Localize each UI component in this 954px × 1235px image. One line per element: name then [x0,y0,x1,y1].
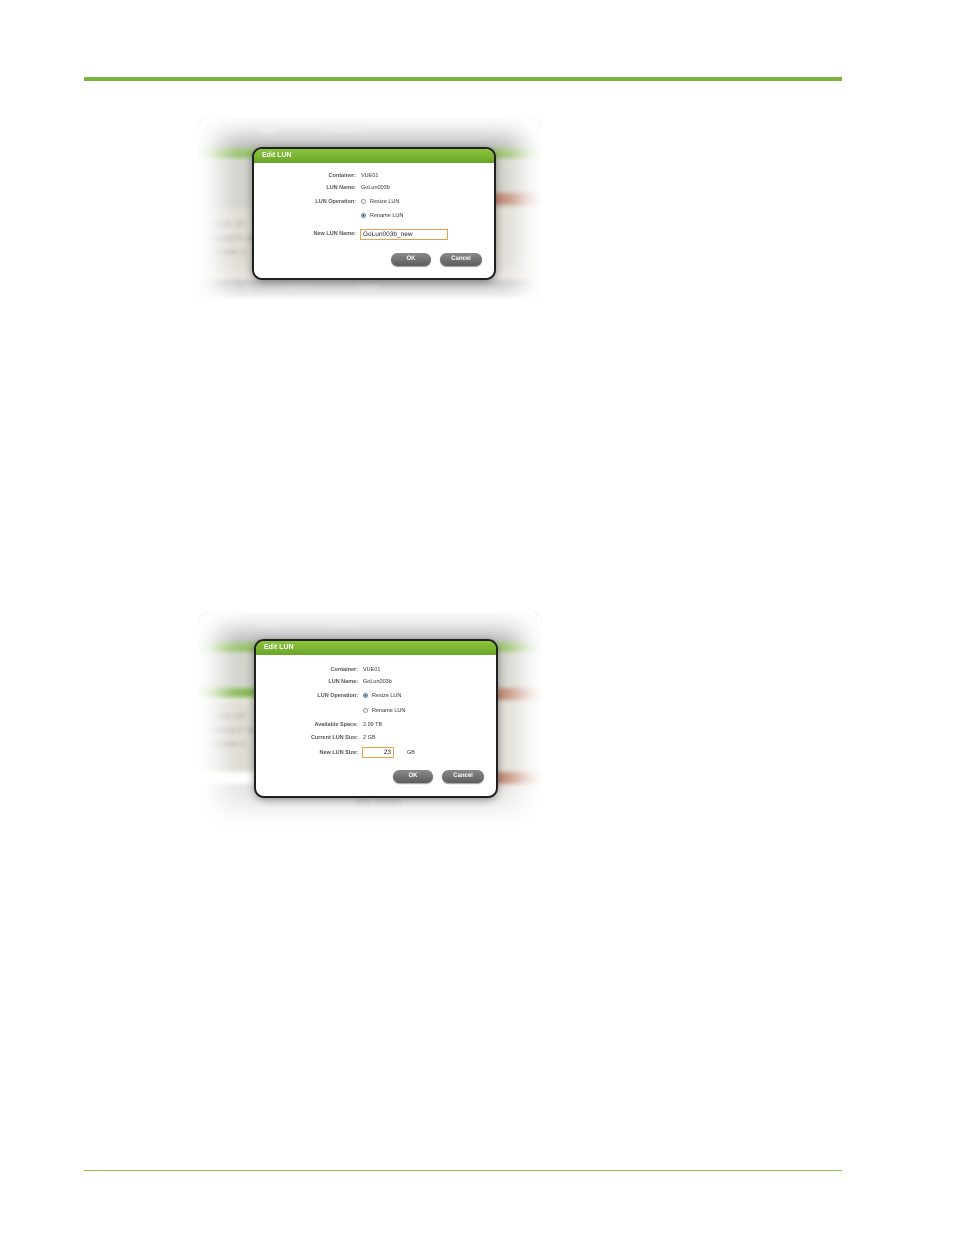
cancel-button[interactable]: Cancel [440,253,482,266]
rename-radio[interactable] [361,213,366,219]
lun-name-value: GoLun003b [363,679,392,685]
bottom-text: 0.0 / 0.2 [288,285,310,291]
side-text: Controller: A [212,742,246,748]
lun-name-label: LUN Name: [326,185,356,191]
container-value: VUE01 [363,667,381,673]
dialog-title: Edit LUN [256,641,496,655]
rename-row: Rename LUN [254,211,494,221]
container-value: VUE01 [361,173,379,179]
ok-button[interactable]: OK [393,770,433,783]
app-toolbar: Model Calculator [198,118,542,148]
rename-radio[interactable] [363,708,368,714]
container-label: Container: [328,173,357,179]
screenshot-resize-lun: Model Calculator # LUNs: 157 Capacity % … [198,612,542,830]
resize-label: Resize LUN [370,199,400,205]
size-unit: GB [407,750,415,756]
side-text: Capacity % : lab [212,236,256,242]
new-size-label: New LUN Size: [319,750,358,756]
new-lun-size-input[interactable]: 23 [362,747,394,758]
rename-label: Rename LUN [370,213,404,219]
resize-radio[interactable] [363,693,368,699]
edit-lun-dialog: Edit LUN Container: VUE01 LUN Name: GoLu… [256,641,496,796]
lun-name-label: LUN Name: [328,679,358,685]
resize-option[interactable]: Resize LUN [363,691,401,701]
bottom-text: 13 ... 0/2 [228,285,252,291]
resize-option[interactable]: Resize LUN [361,197,399,207]
toolbar-item-model: Model [258,127,278,134]
rename-row: Rename LUN [256,706,496,716]
bottom-text: Storage [358,285,380,291]
new-lun-name-input[interactable]: GoLun003b_new [360,229,448,240]
operation-label: LUN Operation: [317,693,358,699]
available-space-label: Available Space: [314,722,358,728]
screenshot-rename-lun: Model Calculator # LUNs: 157 Capacity % … [198,118,542,306]
cancel-button[interactable]: Cancel [442,770,484,783]
current-size-label: Current LUN Size: [310,735,358,741]
current-size-row: Current LUN Size: 2 GB [256,733,496,743]
header-rule [84,77,842,81]
rename-option[interactable]: Rename LUN [361,211,403,221]
available-space-value: 2.99 TB [363,722,383,728]
current-size-value: 2 GB [363,735,376,741]
footer-rule [84,1170,842,1171]
rename-option[interactable]: Rename LUN [363,706,405,716]
container-row: Container: VUE01 [256,665,496,675]
toolbar-item-calculator: Calculator [328,127,360,134]
operation-row: LUN Operation: Resize LUN [254,197,494,207]
toolbar-item-model: Model [258,621,278,628]
available-space-row: Available Space: 2.99 TB [256,720,496,730]
side-text: # LUNs: 157 [212,222,246,228]
resize-radio[interactable] [361,199,366,205]
container-row: Container: VUE01 [254,171,494,181]
operation-label: LUN Operation: [315,199,356,205]
show-entries-text: Show: 10 entries [356,800,401,806]
side-text: # LUNs: 157 [212,714,246,720]
operation-row: LUN Operation: Resize LUN [256,691,496,701]
toolbar-item-calculator: Calculator [328,621,360,628]
lun-name-row: LUN Name: GoLun003b [254,183,494,193]
dialog-title: Edit LUN [254,149,494,163]
side-text: Capacity % : lab [212,728,256,734]
lun-name-row: LUN Name: GoLun003b [256,677,496,687]
rename-label: Rename LUN [372,708,406,714]
ok-button[interactable]: OK [391,253,431,266]
new-name-label: New LUN Name: [313,231,356,237]
edit-lun-dialog: Edit LUN Container: VUE01 LUN Name: GoLu… [254,149,494,278]
resize-label: Resize LUN [372,693,402,699]
side-text: Controller: A [212,250,246,256]
app-bottom-bar: 13 ... 0/2 0.0 / 0.2 Storage [198,280,542,298]
lun-name-value: GoLun003b [361,185,390,191]
container-label: Container: [330,667,359,673]
app-toolbar: Model Calculator [198,612,542,642]
